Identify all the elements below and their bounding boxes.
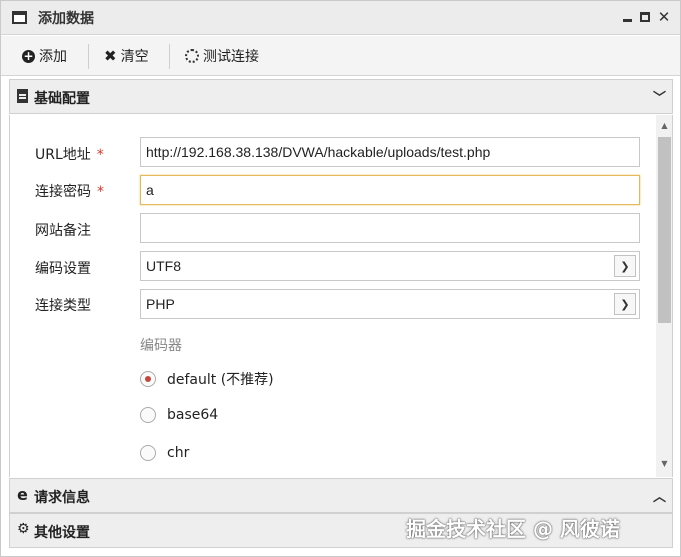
window-title: 添加数据 bbox=[38, 11, 94, 27]
radio-unchecked[interactable] bbox=[140, 445, 156, 461]
encoding-label: 编码设置 bbox=[35, 261, 91, 277]
x-icon: ✖ bbox=[104, 47, 117, 65]
chevron-down-icon[interactable]: ❯ bbox=[614, 293, 636, 315]
add-data-window: 添加数据 ✕ + 添加 ✖ 清空 测试连接 基础配置 ﹀ URL地址 * http… bbox=[0, 0, 681, 557]
encoder-option-chr[interactable]: chr bbox=[140, 445, 189, 461]
panel-title-other-settings: 其他设置 bbox=[34, 525, 90, 541]
toolbar-divider bbox=[169, 44, 170, 69]
minimize-icon[interactable] bbox=[619, 8, 635, 26]
encoder-option-label: default (不推荐) bbox=[167, 372, 274, 388]
panel-title-basic-config: 基础配置 bbox=[34, 91, 90, 107]
vertical-scrollbar[interactable]: ▲ ▼ bbox=[656, 115, 672, 477]
type-label: 连接类型 bbox=[35, 298, 91, 314]
encoding-select[interactable]: UTF8 ❯ bbox=[140, 251, 640, 281]
scroll-up-arrow-icon[interactable]: ▲ bbox=[656, 118, 672, 134]
panel-header-request-info[interactable]: e 请求信息 ︿ bbox=[9, 478, 673, 513]
watermark-text: 掘金技术社区 @ 风彼诺 bbox=[406, 517, 620, 541]
note-label: 网站备注 bbox=[35, 223, 91, 239]
panel-header-basic-config[interactable]: 基础配置 ﹀ bbox=[9, 79, 673, 114]
note-input[interactable] bbox=[140, 213, 640, 243]
clear-button[interactable]: ✖ 清空 bbox=[104, 45, 149, 67]
encoder-option-base64[interactable]: base64 bbox=[140, 407, 218, 423]
browser-e-icon: e bbox=[17, 485, 28, 504]
clear-button-label: 清空 bbox=[120, 49, 149, 65]
spinner-icon bbox=[185, 49, 199, 63]
scrollbar-thumb[interactable] bbox=[658, 137, 671, 323]
basic-config-content: URL地址 * http://192.168.38.138/DVWA/hackab… bbox=[9, 115, 673, 477]
add-button[interactable]: + 添加 bbox=[22, 45, 67, 67]
password-label: 连接密码 * bbox=[35, 184, 104, 200]
gears-icon: ⚙ bbox=[17, 521, 30, 537]
test-connection-button[interactable]: 测试连接 bbox=[185, 45, 259, 67]
test-connection-label: 测试连接 bbox=[203, 49, 259, 65]
radio-checked[interactable] bbox=[140, 371, 156, 387]
chevron-down-icon[interactable]: ❯ bbox=[614, 255, 636, 277]
encoding-select-value: UTF8 bbox=[146, 258, 181, 274]
radio-unchecked[interactable] bbox=[140, 407, 156, 423]
chevron-up-icon[interactable]: ︿ bbox=[653, 486, 666, 505]
encoder-option-label: base64 bbox=[167, 407, 219, 423]
title-bar[interactable]: 添加数据 ✕ bbox=[1, 1, 680, 35]
add-button-label: 添加 bbox=[39, 49, 67, 65]
password-input[interactable]: a bbox=[140, 175, 640, 205]
plus-circle-icon: + bbox=[22, 48, 35, 63]
url-input[interactable]: http://192.168.38.138/DVWA/hackable/uplo… bbox=[140, 137, 640, 167]
chevron-down-icon[interactable]: ﹀ bbox=[653, 87, 666, 106]
type-select[interactable]: PHP ❯ bbox=[140, 289, 640, 319]
panel-title-request-info: 请求信息 bbox=[34, 490, 90, 506]
maximize-icon[interactable] bbox=[637, 8, 653, 26]
toolbar-divider bbox=[88, 44, 89, 69]
toolbar: + 添加 ✖ 清空 测试连接 bbox=[1, 36, 680, 76]
required-mark: * bbox=[96, 147, 104, 163]
encoder-option-label: chr bbox=[167, 445, 190, 461]
encoder-group-label: 编码器 bbox=[140, 338, 182, 354]
document-icon bbox=[17, 89, 28, 107]
encoder-option-default[interactable]: default (不推荐) bbox=[140, 369, 274, 389]
scroll-down-arrow-icon[interactable]: ▼ bbox=[656, 456, 672, 472]
window-icon bbox=[12, 11, 27, 24]
required-mark: * bbox=[97, 184, 104, 200]
url-label: URL地址 * bbox=[35, 147, 104, 163]
type-select-value: PHP bbox=[146, 296, 175, 312]
close-icon[interactable]: ✕ bbox=[656, 8, 672, 26]
